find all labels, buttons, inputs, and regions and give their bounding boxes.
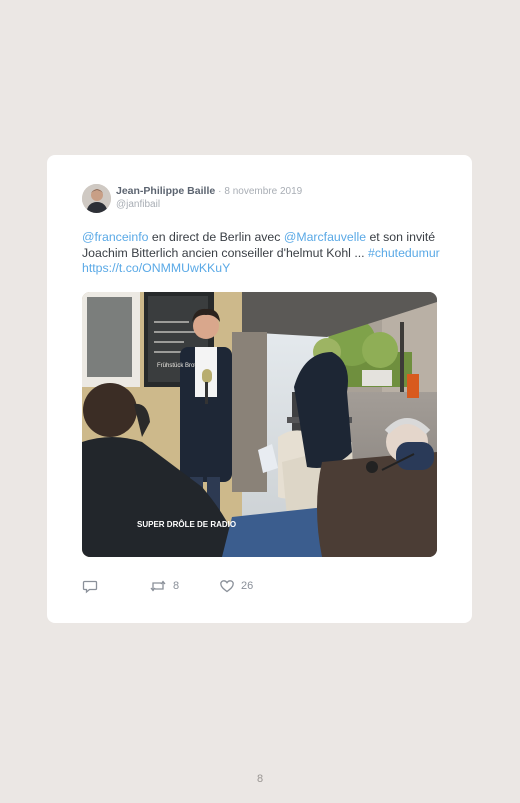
heart-icon [220,580,234,593]
retweet-count: 8 [173,580,180,592]
separator: · [218,186,222,197]
tweet-card: Jean-Philippe Baille · 8 novembre 2019 @… [47,155,472,623]
window-text: Frühstück Brot [157,363,196,369]
author-name[interactable]: Jean-Philippe Baille [116,185,215,197]
author-row: Jean-Philippe Baille · 8 novembre 2019 [116,185,302,197]
avatar[interactable] [82,184,111,213]
retweet-button[interactable]: 8 [149,578,179,594]
tweet-text-segment: en direct de Berlin avec [148,230,284,244]
tweet-link[interactable]: https://t.co/ONMMUwKKuY [82,261,230,275]
like-count: 26 [241,580,254,592]
like-button[interactable]: 26 [219,578,253,594]
tweet-date[interactable]: 8 novembre 2019 [224,186,302,197]
tweet-text: @franceinfo en direct de Berlin avec @Ma… [82,230,442,277]
tweet-link[interactable]: @franceinfo [82,230,149,244]
author-handle[interactable]: @janfibail [116,199,160,210]
reply-button[interactable] [82,578,104,594]
page-number: 8 [256,773,264,785]
retweet-icon [150,580,166,592]
tweet-photo[interactable]: SUPER DRÔLE DE RADIO Frühstück Brot [82,292,437,557]
reply-icon [82,580,98,594]
tweet-actions: 8 26 [82,578,382,596]
mic-logo-text: SUPER DRÔLE DE RADIO [137,520,236,529]
tweet-link[interactable]: #chutedumur [368,246,440,260]
tweet-link[interactable]: @Marcfauvelle [284,230,366,244]
